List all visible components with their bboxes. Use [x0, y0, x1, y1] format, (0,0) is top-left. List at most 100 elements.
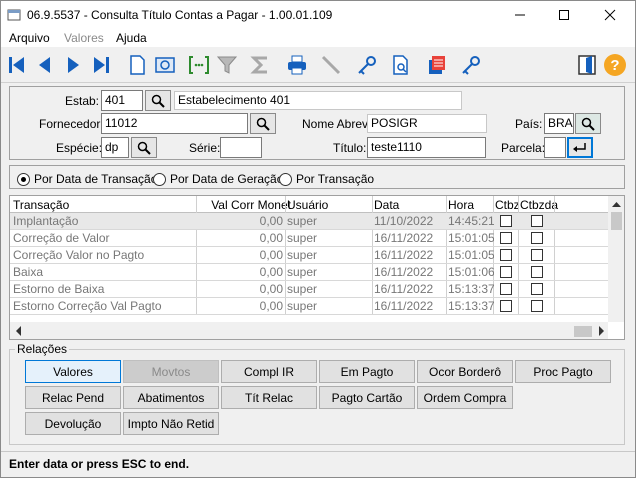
- serie-label: Série:: [189, 141, 221, 155]
- valores-button[interactable]: Valores: [25, 360, 121, 383]
- table-row[interactable]: Implantação 0,00 super 11/10/2022 14:45:21: [10, 213, 608, 230]
- select-button[interactable]: [187, 52, 211, 78]
- ctbz-checkbox[interactable]: [500, 215, 512, 227]
- movtos-button[interactable]: Movtos: [123, 360, 219, 383]
- radio-dot: [279, 172, 292, 186]
- ctbzda-checkbox[interactable]: [531, 283, 543, 295]
- cell-usuario: super: [287, 282, 318, 296]
- cell-val: 0,00: [259, 214, 283, 228]
- ctbz-checkbox[interactable]: [500, 232, 512, 244]
- preview-button[interactable]: [389, 52, 413, 78]
- relac-pend-button[interactable]: Relac Pend: [25, 386, 121, 409]
- menu-ajuda[interactable]: Ajuda: [116, 31, 147, 45]
- em-pagto-button[interactable]: Em Pagto: [319, 360, 415, 383]
- compl-ir-button[interactable]: Compl IR: [221, 360, 317, 383]
- cell-data: 16/11/2022: [374, 282, 434, 296]
- header-hora[interactable]: Hora: [448, 198, 474, 212]
- tit-relac-button[interactable]: Tít Relac: [221, 386, 317, 409]
- key-button[interactable]: [355, 52, 379, 78]
- ctbz-checkbox[interactable]: [500, 300, 512, 312]
- cell-hora: 14:45:21: [448, 214, 494, 228]
- table-row[interactable]: Correção Valor no Pagto 0,00 super 16/11/20…: [10, 247, 608, 264]
- fornecedor-search-button[interactable]: [250, 113, 276, 134]
- report-button[interactable]: [425, 52, 449, 78]
- menu-valores[interactable]: Valores: [64, 31, 104, 45]
- ctbz-checkbox[interactable]: [500, 283, 512, 295]
- header-usuario[interactable]: Usuário: [287, 198, 328, 212]
- ordem-compra-button[interactable]: Ordem Compra: [417, 386, 513, 409]
- last-button[interactable]: [89, 52, 113, 78]
- cell-val: 0,00: [259, 231, 283, 245]
- horizontal-scrollbar[interactable]: [10, 322, 608, 339]
- select-icon: [189, 56, 209, 74]
- edit-button[interactable]: [319, 52, 343, 78]
- abatimentos-button[interactable]: Abatimentos: [123, 386, 219, 409]
- key-2-button[interactable]: [459, 52, 483, 78]
- scroll-up-icon: [612, 202, 621, 207]
- previous-button[interactable]: [33, 52, 57, 78]
- minimize-button[interactable]: [497, 1, 543, 29]
- radio-data-transacao[interactable]: Por Data de Transação: [17, 172, 157, 186]
- devolucao-button[interactable]: Devolução: [25, 412, 121, 435]
- maximize-button[interactable]: [541, 1, 587, 29]
- header-val-corr-monet[interactable]: Val Corr Monet: [211, 198, 291, 212]
- sum-button[interactable]: [249, 52, 273, 78]
- radio-data-geracao[interactable]: Por Data de Geração: [153, 172, 283, 186]
- title-bar: 06.9.5537 - Consulta Título Contas a Pag…: [1, 1, 635, 29]
- ctbzda-checkbox[interactable]: [531, 266, 543, 278]
- scroll-right-icon: [599, 326, 604, 336]
- ctbzda-checkbox[interactable]: [531, 249, 543, 261]
- estab-description: Estabelecimento 401: [174, 91, 462, 110]
- fornecedor-input[interactable]: 11012: [101, 113, 248, 134]
- new-document-button[interactable]: [125, 52, 149, 78]
- exit-button[interactable]: [575, 52, 599, 78]
- pais-input[interactable]: BRA: [544, 113, 574, 134]
- especie-input[interactable]: dp: [101, 137, 129, 158]
- view-button[interactable]: [153, 52, 177, 78]
- ctbzda-checkbox[interactable]: [531, 300, 543, 312]
- table-row[interactable]: Baixa 0,00 super 16/11/2022 15:01:06: [10, 264, 608, 281]
- search-icon: [137, 141, 151, 155]
- table-row[interactable]: Correção de Valor 0,00 super 16/11/2022 15:0…: [10, 230, 608, 247]
- estab-search-button[interactable]: [145, 90, 171, 111]
- ctbzda-checkbox[interactable]: [531, 232, 543, 244]
- estab-input[interactable]: 401: [101, 90, 143, 111]
- filter-button[interactable]: [215, 52, 239, 78]
- scroll-thumb[interactable]: [574, 326, 592, 337]
- pais-search-button[interactable]: [575, 113, 601, 134]
- titulo-input[interactable]: teste1110: [367, 137, 486, 158]
- ctbz-checkbox[interactable]: [500, 249, 512, 261]
- first-button[interactable]: [5, 52, 29, 78]
- radio-transacao[interactable]: Por Transação: [279, 172, 374, 186]
- header-data[interactable]: Data: [374, 198, 399, 212]
- radio-label: Por Data de Geração: [170, 172, 284, 186]
- ctbz-checkbox[interactable]: [500, 266, 512, 278]
- pais-label: País:: [515, 117, 543, 131]
- vertical-scrollbar[interactable]: [608, 196, 624, 322]
- impto-nao-retid-button[interactable]: Impto Não Retid: [123, 412, 219, 435]
- close-button[interactable]: [587, 1, 633, 29]
- ocor-bordero-button[interactable]: Ocor Borderô: [417, 360, 513, 383]
- ctbzda-checkbox[interactable]: [531, 215, 543, 227]
- table-row[interactable]: Estorno de Baixa 0,00 super 16/11/2022 15:13…: [10, 281, 608, 298]
- previous-icon: [39, 57, 50, 73]
- cell-val: 0,00: [259, 299, 283, 313]
- table-row[interactable]: Estorno Correção Val Pagto 0,00 super 16/11…: [10, 298, 608, 315]
- header-ctbz[interactable]: Ctbz: [495, 198, 520, 212]
- menu-arquivo[interactable]: Arquivo: [9, 31, 50, 45]
- pagto-cartao-button[interactable]: Pagto Cartão: [319, 386, 415, 409]
- help-button[interactable]: ?: [603, 52, 627, 78]
- print-button[interactable]: [285, 52, 309, 78]
- serie-input[interactable]: [220, 137, 262, 158]
- cell-transacao: Correção Valor no Pagto: [13, 248, 145, 262]
- toolbar: ?: [1, 47, 635, 83]
- scroll-thumb[interactable]: [611, 212, 622, 230]
- header-ctbzda[interactable]: Ctbzda: [520, 198, 558, 212]
- next-button[interactable]: [61, 52, 85, 78]
- enter-icon: [573, 142, 586, 152]
- proc-pagto-button[interactable]: Proc Pagto: [515, 360, 611, 383]
- parcela-input[interactable]: [544, 137, 566, 158]
- confirm-button[interactable]: [567, 137, 593, 158]
- header-transacao[interactable]: Transação: [13, 198, 69, 212]
- especie-search-button[interactable]: [131, 137, 157, 158]
